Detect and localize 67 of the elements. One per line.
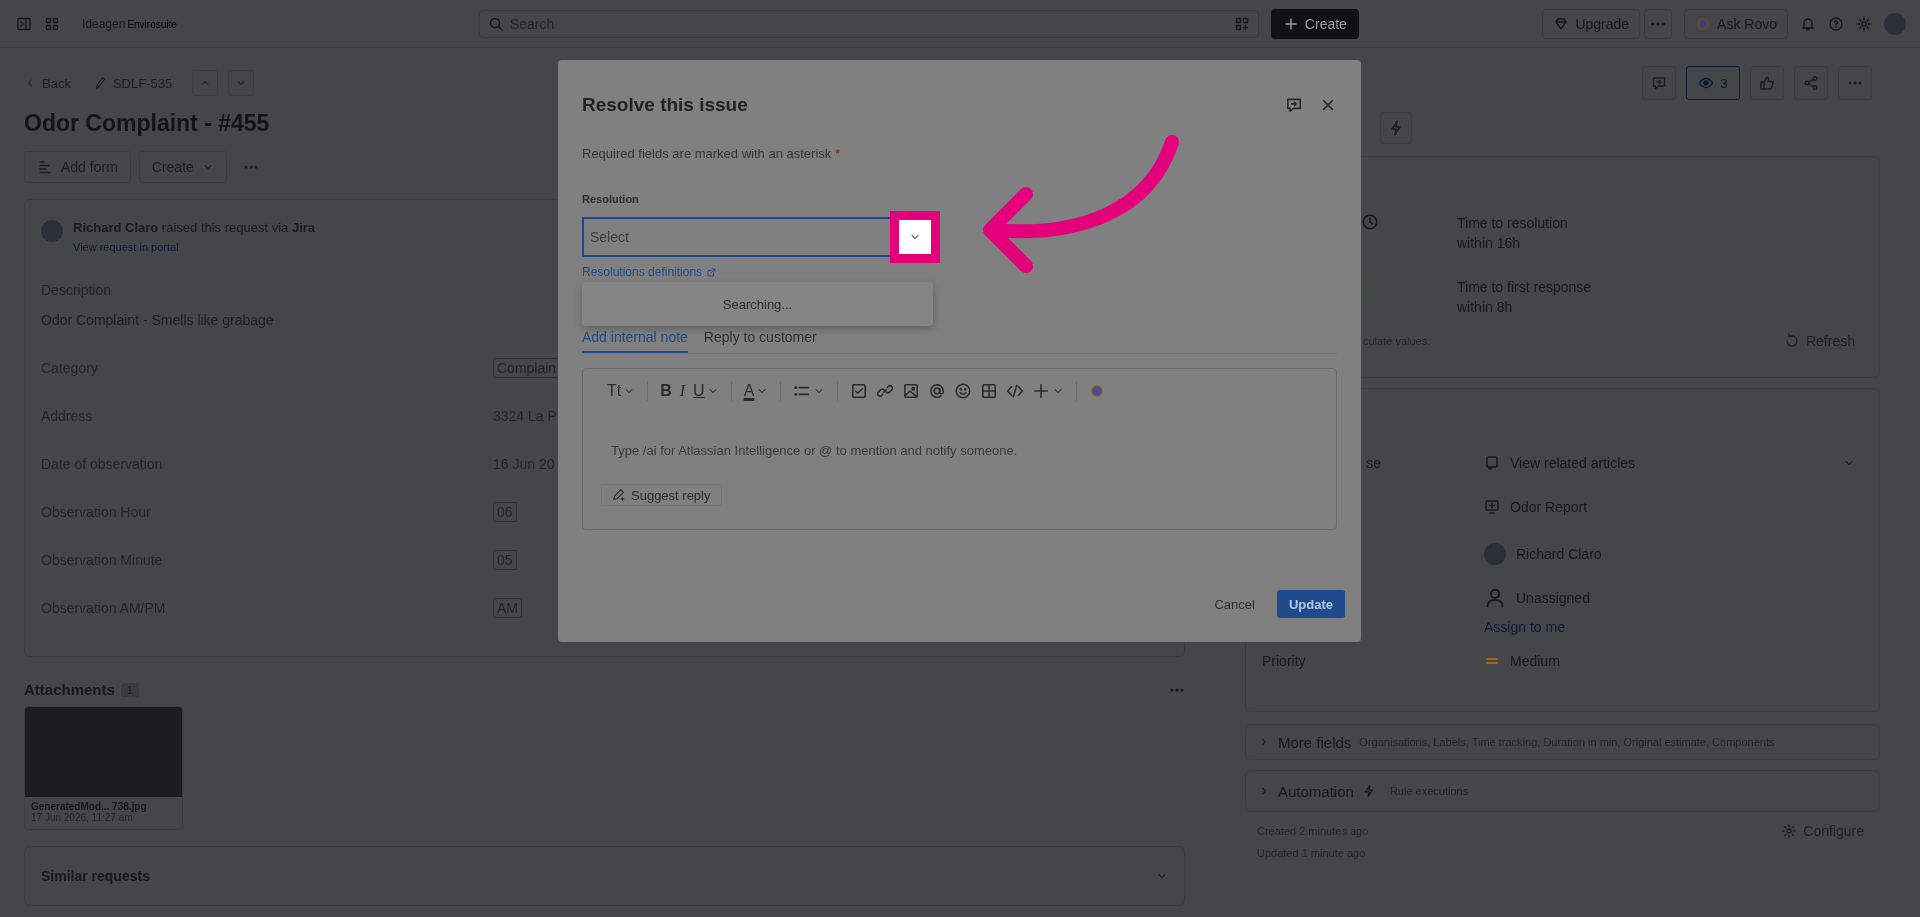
table-icon[interactable] bbox=[980, 382, 999, 400]
dialog-title: Resolve this issue bbox=[582, 94, 749, 116]
form-icon bbox=[37, 159, 53, 175]
clock-icon bbox=[1361, 213, 1379, 231]
italic-button[interactable]: I bbox=[679, 382, 686, 400]
search-icon bbox=[487, 15, 504, 32]
checkbox-icon[interactable] bbox=[850, 382, 869, 400]
ai-logo-icon[interactable] bbox=[1089, 383, 1106, 399]
more-button[interactable] bbox=[1644, 8, 1673, 39]
feedback-icon bbox=[1651, 75, 1667, 91]
automation-button[interactable] bbox=[1380, 112, 1412, 144]
create-button[interactable]: Create bbox=[1270, 8, 1359, 39]
editor-placeholder: Type /ai for Atlassian Intelligence or @ to mention and notify someone. bbox=[610, 443, 1019, 458]
text-style-button[interactable]: Tt bbox=[607, 382, 636, 400]
image-icon[interactable] bbox=[902, 382, 921, 400]
at-sign-icon[interactable] bbox=[928, 382, 947, 400]
plus-icon bbox=[1282, 15, 1299, 32]
highlighted-dropdown-button[interactable] bbox=[890, 211, 940, 263]
insert-button[interactable] bbox=[1032, 382, 1065, 400]
more-button[interactable] bbox=[1838, 66, 1872, 100]
searching-text: Searching... bbox=[722, 296, 793, 312]
comment-editor[interactable]: Tt B I U A Type /ai for Atlassian Intelligence or @ to mention and notify someone. Suggest reply bbox=[582, 368, 1337, 530]
suggest-reply-button[interactable]: Suggest reply bbox=[601, 484, 722, 506]
share-icon bbox=[1803, 75, 1819, 91]
eye-icon bbox=[1698, 75, 1715, 91]
reporter-avatar bbox=[41, 220, 63, 242]
bell-icon[interactable] bbox=[1800, 15, 1816, 32]
bold-button[interactable]: B bbox=[660, 382, 672, 400]
share-button[interactable] bbox=[1794, 66, 1828, 100]
app-grid-icon[interactable] bbox=[44, 15, 60, 32]
feedback-button[interactable] bbox=[1642, 66, 1676, 100]
user-avatar[interactable] bbox=[1884, 12, 1906, 35]
sidebar-toggle-icon[interactable] bbox=[16, 15, 32, 32]
logo-subtext: Envirosuite bbox=[127, 18, 177, 30]
watchers-button[interactable]: 3 bbox=[1686, 66, 1740, 100]
settings-icon[interactable] bbox=[1856, 15, 1872, 32]
update-button[interactable]: Update bbox=[1276, 590, 1345, 618]
text-color-button[interactable]: A bbox=[743, 382, 769, 400]
previous-button[interactable] bbox=[192, 70, 219, 96]
monitor-plus-icon bbox=[1484, 499, 1500, 515]
help-icon[interactable] bbox=[1828, 15, 1844, 32]
resolution-label: Resolution bbox=[582, 193, 640, 205]
required-note: Required fields are marked with an asterisk * bbox=[582, 146, 842, 161]
book-icon bbox=[1484, 455, 1500, 471]
pen-sparkle-icon bbox=[612, 488, 626, 502]
assign-to-me-link[interactable]: Assign to me bbox=[1484, 619, 1879, 635]
refresh-icon bbox=[1783, 333, 1800, 349]
editor-tab[interactable]: Add internal note bbox=[582, 329, 688, 353]
like-button[interactable] bbox=[1750, 66, 1784, 100]
feedback-icon[interactable] bbox=[1285, 96, 1303, 114]
settings-icon bbox=[1781, 823, 1798, 839]
next-button[interactable] bbox=[228, 70, 255, 96]
code-icon[interactable] bbox=[1006, 382, 1025, 400]
cancel-button[interactable]: Cancel bbox=[1208, 595, 1261, 613]
rovo-icon bbox=[1695, 15, 1712, 32]
external-link-icon bbox=[706, 266, 718, 278]
plus-icon bbox=[1032, 382, 1051, 400]
person-icon bbox=[1484, 587, 1506, 609]
avatar bbox=[1484, 543, 1506, 565]
gem-icon bbox=[1553, 15, 1570, 32]
underline-button[interactable]: U bbox=[693, 382, 719, 400]
editor-tab[interactable]: Reply to customer bbox=[703, 329, 817, 353]
link-icon[interactable] bbox=[876, 382, 895, 400]
emoji-icon[interactable] bbox=[954, 382, 973, 400]
thumbs-up-icon bbox=[1759, 75, 1775, 91]
filter-grid-icon bbox=[1233, 15, 1250, 32]
resolution-definitions-link[interactable]: Resolutions definitions bbox=[582, 265, 718, 279]
